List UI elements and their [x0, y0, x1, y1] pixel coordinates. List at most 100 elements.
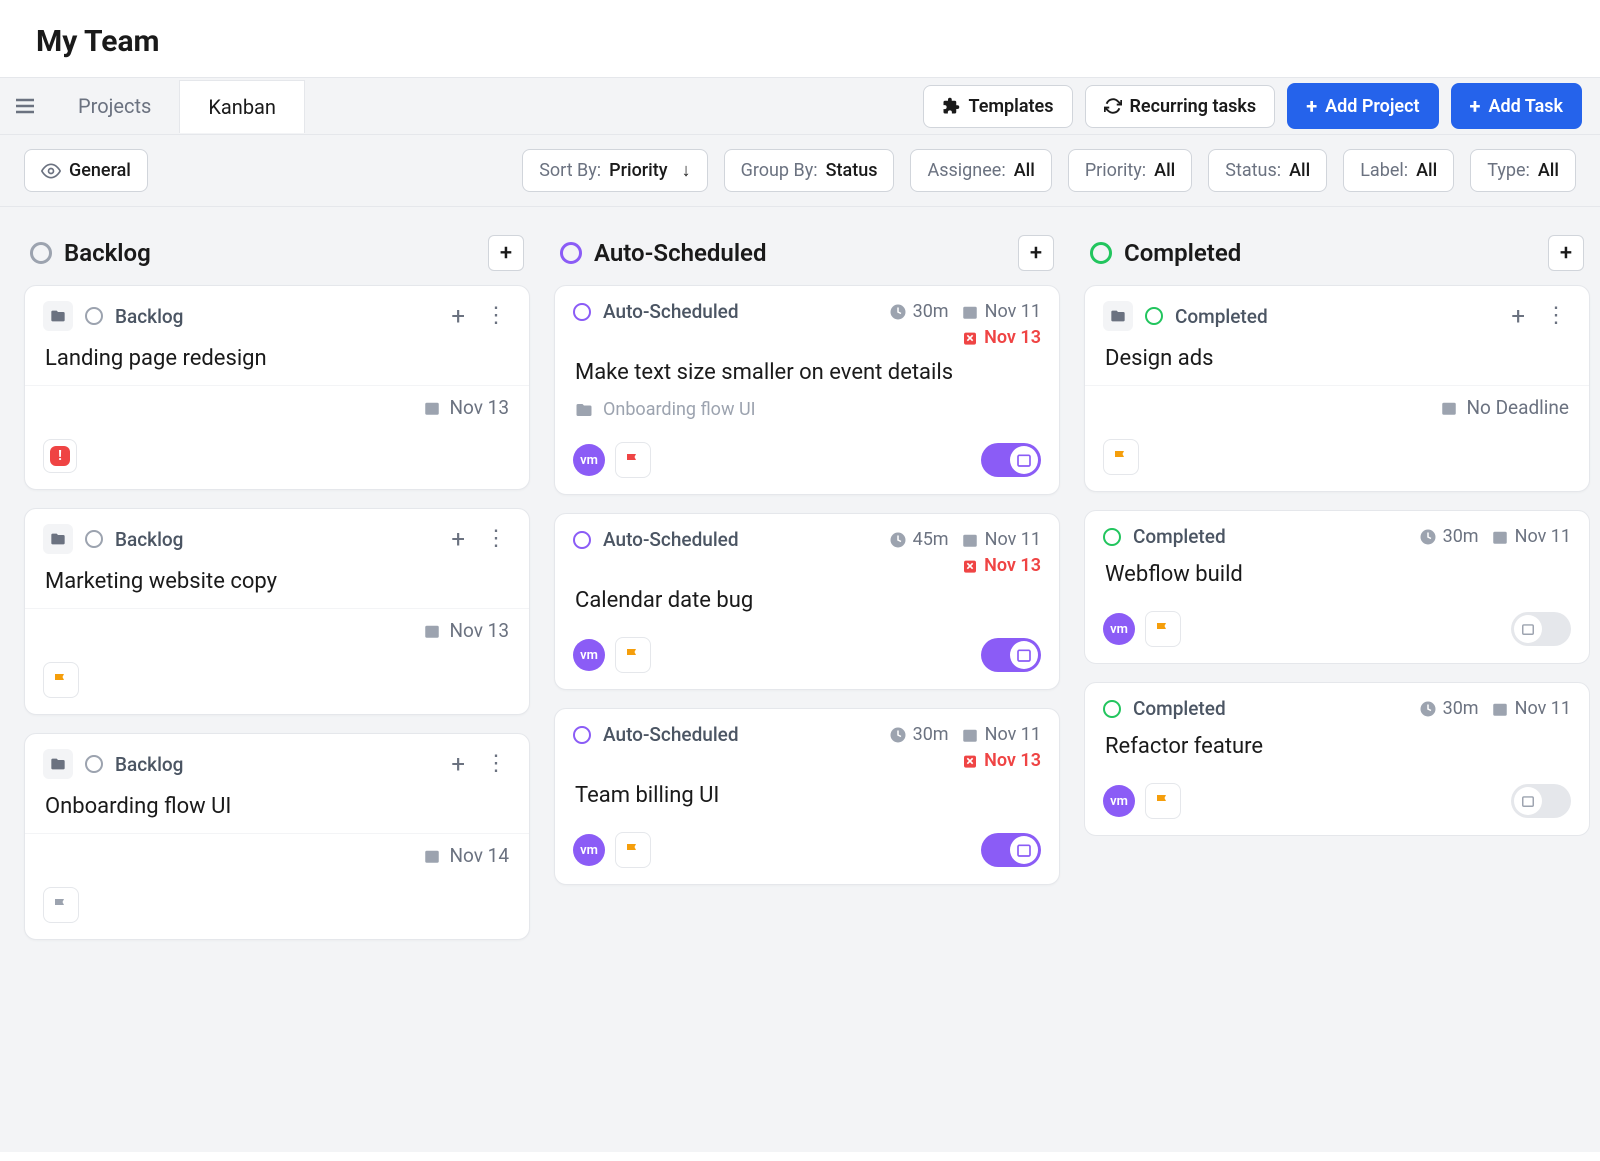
status-icon-completed	[1090, 242, 1112, 264]
status-filter[interactable]: Status: All	[1208, 149, 1327, 192]
priority-filter[interactable]: Priority: All	[1068, 149, 1192, 192]
date-text: Nov 11	[985, 301, 1041, 322]
view-selector[interactable]: General	[24, 149, 148, 192]
task-title: Webflow build	[1085, 556, 1589, 601]
duration-text: 30m	[913, 724, 949, 745]
task-card[interactable]: Backlog + ⋮ Landing page redesign Nov 13…	[24, 285, 530, 490]
calendar-icon	[423, 399, 441, 417]
card-menu-button[interactable]: ⋮	[1541, 301, 1571, 331]
puzzle-icon	[942, 97, 960, 115]
task-card[interactable]: Completed 30m Nov 11 Webflow build vm	[1084, 510, 1590, 664]
overdue-icon	[962, 753, 978, 769]
flag-chip[interactable]	[43, 887, 79, 923]
task-title: Design ads	[1085, 340, 1589, 385]
recurring-button[interactable]: Recurring tasks	[1085, 85, 1276, 128]
status-icon	[85, 307, 103, 325]
task-card[interactable]: Completed + ⋮ Design ads No Deadline	[1084, 285, 1590, 492]
auto-schedule-toggle[interactable]	[1511, 612, 1571, 646]
auto-schedule-toggle[interactable]	[981, 638, 1041, 672]
tab-kanban[interactable]: Kanban	[179, 80, 305, 133]
card-menu-button[interactable]: ⋮	[481, 301, 511, 331]
assignee-filter[interactable]: Assignee: All	[910, 149, 1051, 192]
task-card[interactable]: Auto-Scheduled 45m Nov 11 Nov 13 Calenda…	[554, 513, 1060, 690]
task-card[interactable]: Backlog + ⋮ Onboarding flow UI Nov 14	[24, 733, 530, 940]
overdue-icon	[962, 330, 978, 346]
assignee-avatar[interactable]: vm	[573, 834, 605, 866]
clock-icon	[1419, 528, 1437, 546]
assignee-avatar[interactable]: vm	[1103, 785, 1135, 817]
date-text: Nov 11	[985, 529, 1041, 550]
date-text: Nov 11	[1515, 698, 1571, 719]
task-title: Landing page redesign	[25, 340, 529, 385]
task-card[interactable]: Auto-Scheduled 30m Nov 11 Nov 13 Team bi…	[554, 708, 1060, 885]
column-auto-scheduled: Auto-Scheduled + Auto-Scheduled 30m Nov …	[554, 229, 1060, 1130]
auto-schedule-toggle[interactable]	[981, 833, 1041, 867]
task-card[interactable]: Auto-Scheduled 30m Nov 11 Nov 13 Make te…	[554, 285, 1060, 495]
menu-icon[interactable]	[0, 94, 50, 118]
status-label: Completed	[1175, 305, 1268, 328]
deadline-text: Nov 13	[449, 396, 509, 419]
add-card-button[interactable]: +	[1548, 235, 1584, 271]
flag-chip[interactable]	[43, 662, 79, 698]
column-header: Auto-Scheduled +	[554, 229, 1060, 285]
flag-chip[interactable]	[615, 442, 651, 478]
column-header: Completed +	[1084, 229, 1590, 285]
flag-chip[interactable]	[615, 832, 651, 868]
date-text: Nov 11	[1515, 526, 1571, 547]
overdue-text: Nov 13	[984, 555, 1041, 576]
clock-icon	[889, 531, 907, 549]
status-icon	[1103, 528, 1121, 546]
status-icon	[85, 755, 103, 773]
add-task-button[interactable]: + Add Task	[1451, 83, 1582, 129]
folder-icon	[575, 401, 593, 419]
task-card[interactable]: Backlog + ⋮ Marketing website copy Nov 1…	[24, 508, 530, 715]
templates-button[interactable]: Templates	[923, 85, 1072, 128]
task-title: Team billing UI	[555, 777, 1059, 822]
priority-badge[interactable]: !	[43, 439, 77, 473]
flag-chip[interactable]	[1103, 439, 1139, 475]
sort-by-selector[interactable]: Sort By: Priority ↓	[522, 149, 707, 192]
add-card-button[interactable]: +	[1018, 235, 1054, 271]
tabbar: Projects Kanban Templates Recurring task…	[0, 77, 1600, 135]
deadline-text: No Deadline	[1466, 396, 1569, 419]
status-label: Auto-Scheduled	[603, 300, 739, 323]
assignee-avatar[interactable]: vm	[1103, 613, 1135, 645]
calendar-icon	[1440, 399, 1458, 417]
auto-schedule-toggle[interactable]	[1511, 784, 1571, 818]
view-label: General	[69, 160, 131, 181]
project-name: Onboarding flow UI	[603, 399, 756, 420]
flag-chip[interactable]	[1145, 611, 1181, 647]
calendar-icon	[423, 622, 441, 640]
tab-projects[interactable]: Projects	[50, 80, 179, 132]
date-text: Nov 11	[985, 724, 1041, 745]
status-icon	[85, 530, 103, 548]
auto-schedule-toggle[interactable]	[981, 443, 1041, 477]
task-title: Onboarding flow UI	[25, 788, 529, 833]
flag-chip[interactable]	[1145, 783, 1181, 819]
calendar-icon	[1491, 528, 1509, 546]
add-task-label: Add Task	[1488, 96, 1563, 117]
add-subtask-button[interactable]: +	[447, 748, 469, 780]
column-completed: Completed + Completed + ⋮ Design ads No …	[1084, 229, 1590, 1130]
add-subtask-button[interactable]: +	[447, 523, 469, 555]
card-menu-button[interactable]: ⋮	[481, 749, 511, 779]
flag-chip[interactable]	[615, 637, 651, 673]
folder-icon	[43, 749, 73, 779]
assignee-avatar[interactable]: vm	[573, 639, 605, 671]
group-by-selector[interactable]: Group By: Status	[724, 149, 895, 192]
add-subtask-button[interactable]: +	[1507, 300, 1529, 332]
assignee-avatar[interactable]: vm	[573, 444, 605, 476]
task-title: Refactor feature	[1085, 728, 1589, 773]
add-card-button[interactable]: +	[488, 235, 524, 271]
calendar-icon	[1491, 700, 1509, 718]
add-subtask-button[interactable]: +	[447, 300, 469, 332]
label-filter[interactable]: Label: All	[1343, 149, 1454, 192]
status-icon-auto	[560, 242, 582, 264]
type-filter[interactable]: Type: All	[1470, 149, 1576, 192]
task-card[interactable]: Completed 30m Nov 11 Refactor feature vm	[1084, 682, 1590, 836]
add-project-button[interactable]: + Add Project	[1287, 83, 1438, 129]
calendar-icon	[961, 303, 979, 321]
page-title: My Team	[0, 0, 1600, 77]
overdue-text: Nov 13	[984, 750, 1041, 771]
card-menu-button[interactable]: ⋮	[481, 524, 511, 554]
